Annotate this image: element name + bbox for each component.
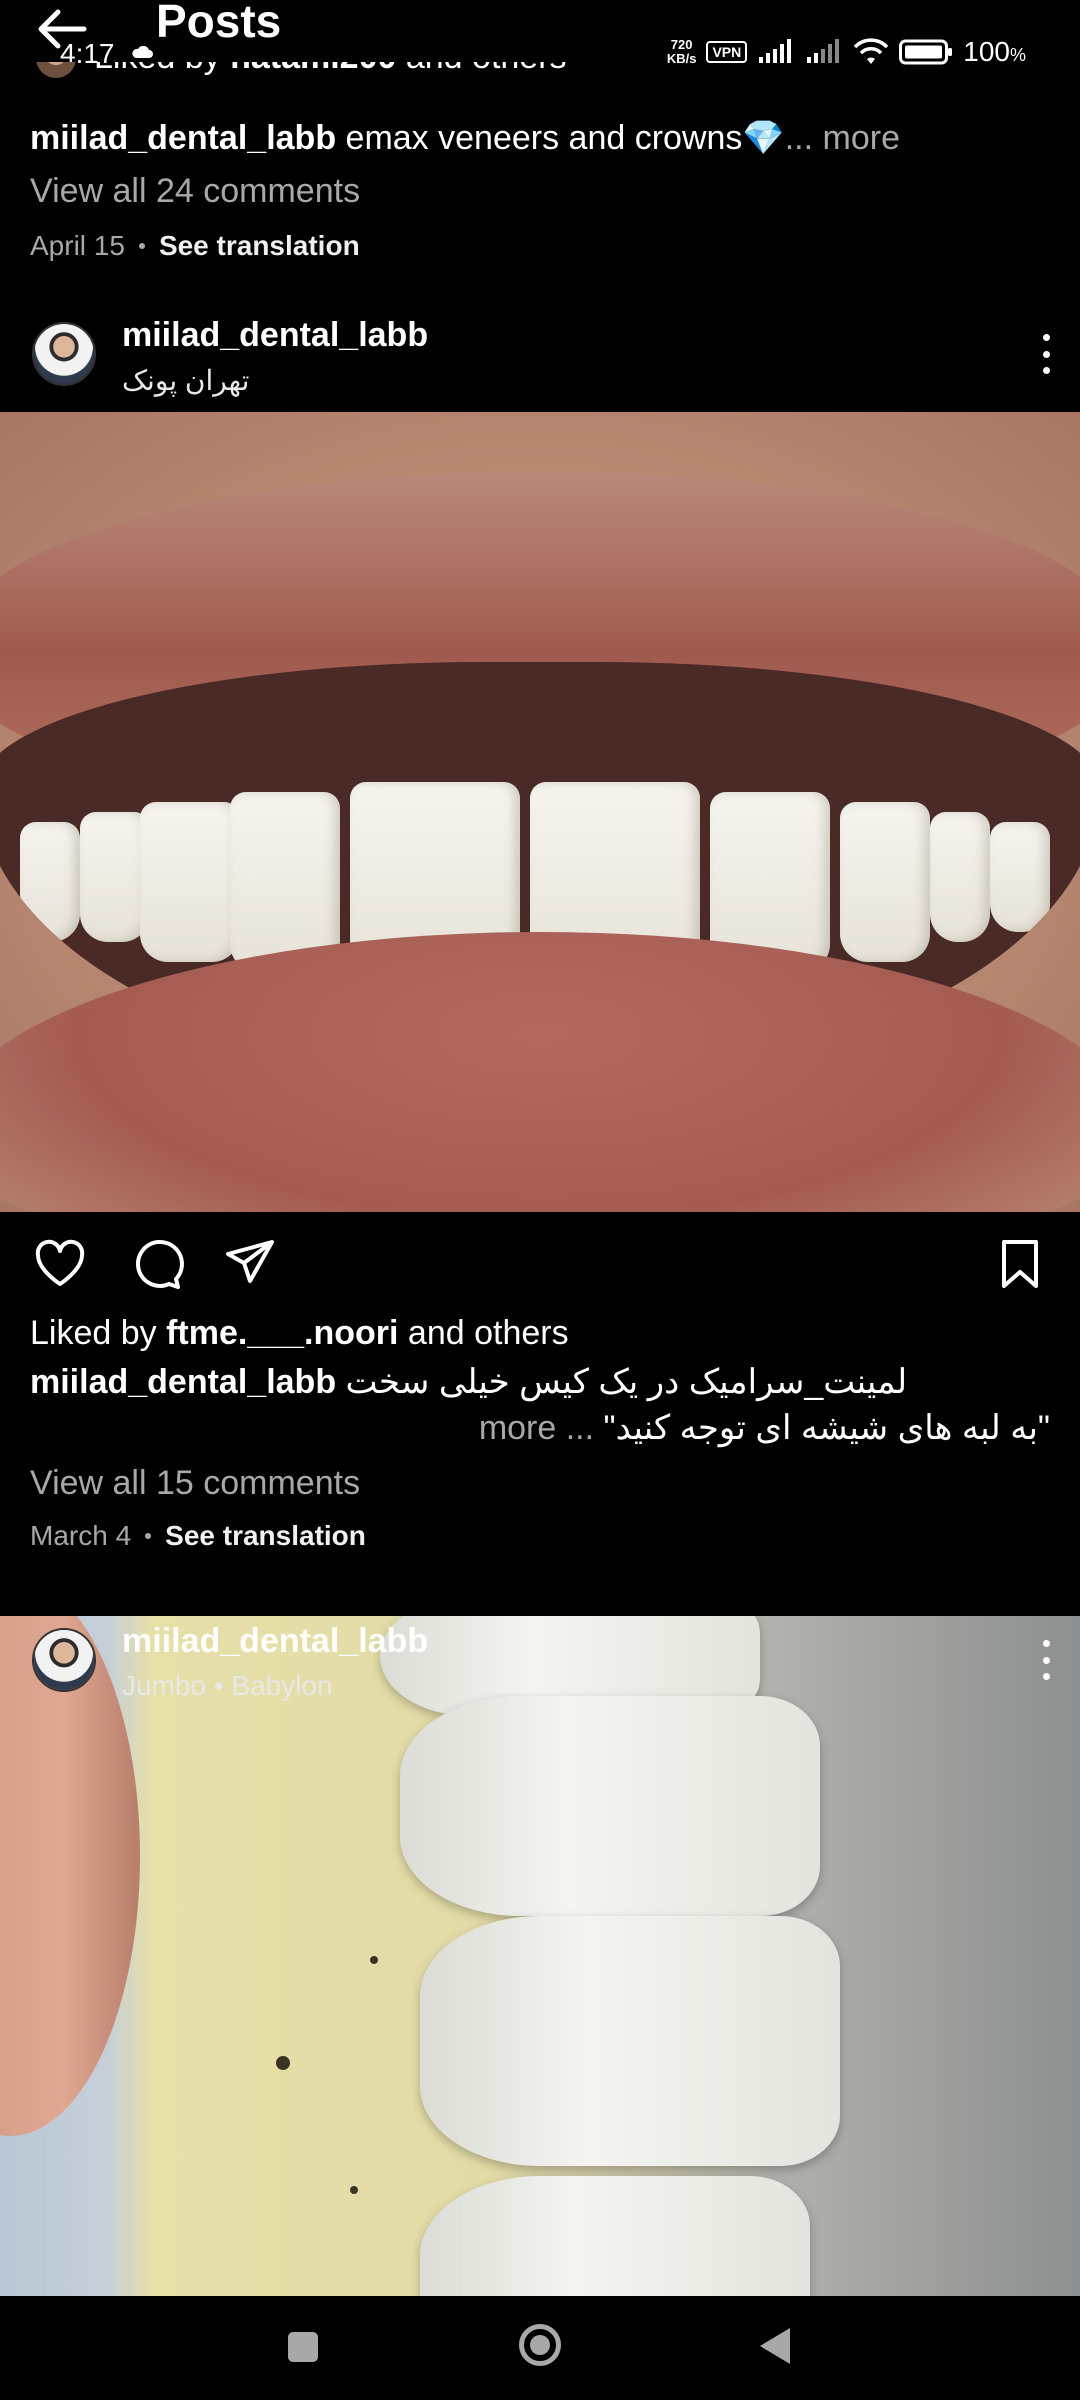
caption-more-link[interactable]: more ... <box>479 1409 594 1447</box>
caption-username[interactable]: miilad_dental_labb <box>30 1363 336 1401</box>
previous-post-liked-by[interactable]: Liked by natami200 and others <box>30 62 730 102</box>
previous-post-date-row: April 15 See translation <box>30 230 360 262</box>
square-icon[interactable] <box>288 2332 318 2362</box>
back-arrow-icon[interactable] <box>34 4 90 54</box>
system-nav-bar <box>0 2296 1080 2400</box>
home-circle-icon[interactable] <box>519 2324 561 2366</box>
avatar[interactable] <box>32 322 96 386</box>
share-icon[interactable] <box>222 1236 278 1292</box>
post-date-row: March 4 See translation <box>30 1520 366 1552</box>
post-username[interactable]: miilad_dental_labb <box>122 316 428 355</box>
wifi-icon <box>853 38 889 64</box>
post-caption-line-1: miilad_dental_labb لمینت_سرامیک در یک کی… <box>30 1362 907 1402</box>
comment-icon[interactable] <box>128 1236 184 1292</box>
more-options-icon[interactable] <box>1036 330 1056 378</box>
avatar[interactable] <box>32 1628 96 1692</box>
vpn-badge: VPN <box>706 41 748 63</box>
liker-avatar <box>36 62 76 78</box>
view-comments-link[interactable]: View all 15 comments <box>30 1464 360 1503</box>
more-options-icon[interactable] <box>1036 1636 1056 1684</box>
liked-by-line[interactable]: Liked by ftme.___.noori and others <box>30 1314 569 1353</box>
signal-icon <box>759 39 792 63</box>
caption-text: لمینت_سرامیک در یک کیس خیلی سخت <box>345 1363 908 1401</box>
caption-text-2: "به لبه های شیشه ای توجه کنید" <box>603 1409 1050 1447</box>
separator-dot <box>138 243 145 249</box>
separator-dot <box>145 1533 152 1539</box>
post-image-smile[interactable] <box>0 412 1080 1212</box>
previous-post-caption: miilad_dental_labb emax veneers and crow… <box>30 118 900 158</box>
liker-username[interactable]: natami200 <box>230 62 396 76</box>
post-location[interactable]: تهران پونک <box>122 364 249 397</box>
triangle-back-icon[interactable] <box>760 2328 790 2364</box>
post-username[interactable]: miilad_dental_labb <box>122 1622 428 1661</box>
caption-username[interactable]: miilad_dental_labb <box>30 119 336 157</box>
bookmark-icon[interactable] <box>992 1236 1048 1292</box>
heart-icon[interactable] <box>32 1236 88 1292</box>
cloud-icon <box>132 45 153 58</box>
post-location[interactable]: Jumbo • Babylon <box>122 1670 333 1702</box>
post-date: March 4 <box>30 1520 132 1551</box>
see-translation-link[interactable]: See translation <box>159 230 360 262</box>
post-date: April 15 <box>30 230 125 261</box>
caption-text: emax veneers and crowns💎 <box>336 119 785 157</box>
liker-username[interactable]: ftme.___.noori <box>166 1314 398 1352</box>
post-actions <box>0 1226 1080 1304</box>
see-translation-link[interactable]: See translation <box>165 1520 366 1552</box>
post-header: miilad_dental_labb تهران پونک <box>0 302 1080 412</box>
battery-percent: 100% <box>963 36 1026 67</box>
post-caption-line-2: more ... "به لبه های شیشه ای توجه کنید" <box>479 1408 1050 1448</box>
page-title: Posts <box>156 0 282 47</box>
signal-icon-2 <box>807 39 840 63</box>
caption-more-link[interactable]: ... more <box>785 119 900 157</box>
view-comments-link[interactable]: View all 24 comments <box>30 172 360 211</box>
post-image-veneers[interactable] <box>0 1616 1080 2296</box>
post-header: miilad_dental_labb Jumbo • Babylon <box>0 1608 1080 1718</box>
battery-icon <box>899 39 953 65</box>
